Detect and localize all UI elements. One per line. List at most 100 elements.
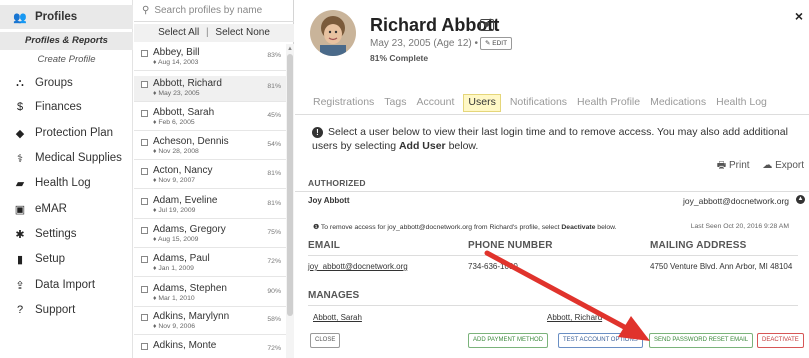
profile-checkbox[interactable] [141,50,148,57]
completion-text: 81% Complete [370,53,429,63]
profile-row[interactable]: Acton, Nancy ♦ Nov 9, 2007 81% [134,163,286,189]
tab-health-profile[interactable]: Health Profile [576,96,641,112]
info-text: Select a user below to view their last l… [312,126,788,152]
select-separator: | [206,27,209,38]
last-seen: Last Seen Oct 20, 2016 9:28 AM [690,223,789,230]
note-post: below. [595,224,617,231]
nav-item-data-import[interactable]: ⇪ Data Import [0,273,133,297]
profile-name: Adams, Stephen [153,283,227,294]
nav-item-finances[interactable]: $ Finances [0,95,133,119]
profile-name: Abbott, Richard [153,78,222,89]
managed-profile-link[interactable]: Abbott, Sarah [313,313,362,322]
email-value[interactable]: joy_abbott@docnetwork.org [308,262,408,271]
profile-row[interactable]: Adams, Stephen ♦ Mar 1, 2010 90% [134,281,286,307]
nav-sub-create-profile[interactable]: Create Profile [0,51,133,69]
tab-registrations[interactable]: Registrations [312,96,375,112]
profile-birthdate: ♦ Feb 6, 2005 [153,119,195,126]
select-bar: Select All | Select None [134,24,294,42]
tab-medications[interactable]: Medications [649,96,707,112]
nav-item-label: Protection Plan [35,127,113,139]
id-card-icon[interactable] [480,19,494,31]
profile-checkbox[interactable] [141,286,148,293]
select-none-link[interactable]: Select None [215,27,269,38]
collapse-icon[interactable]: ▲ [796,195,805,204]
profile-row[interactable]: Adams, Gregory ♦ Aug 15, 2009 75% [134,222,286,248]
search-input[interactable]: ⚲ Search profiles by name [134,0,294,22]
profile-completion: 83% [267,52,281,59]
profile-name: Adam, Eveline [153,195,218,206]
profile-birthdate: ♦ Jul 19, 2009 [153,207,196,214]
select-all-link[interactable]: Select All [158,27,199,38]
gear-icon: ✱ [15,228,25,241]
profile-birthdate: ♦ Nov 28, 2008 [153,148,199,155]
tab-notifications[interactable]: Notifications [509,96,568,112]
scrollbar-thumb[interactable] [287,54,293,316]
nav-item-health-log[interactable]: ▰ Health Log [0,171,133,195]
note-strong: Deactivate [561,224,596,231]
managed-profile-link[interactable]: Abbott, Richard [547,313,602,322]
question-icon: ? [16,304,24,316]
profile-row[interactable]: Adam, Eveline ♦ Jul 19, 2009 81% [134,193,286,219]
profile-row[interactable]: Abbott, Richard ♦ May 23, 2005 81% [134,76,286,102]
close-icon[interactable]: × [795,8,803,24]
profile-checkbox[interactable] [141,314,148,321]
profile-checkbox[interactable] [141,110,148,117]
nav-item-settings[interactable]: ✱ Settings [0,222,133,246]
profile-row[interactable]: Adkins, Marylynn ♦ Nov 9, 2006 58% [134,309,286,335]
add-payment-method-button[interactable]: Add Payment Method [468,333,549,348]
export-button[interactable]: ☁ Export [762,160,804,171]
print-button[interactable]: 🖶 Print [717,160,750,171]
nav-item-label: Finances [35,101,82,113]
authorized-heading: AUTHORIZED [308,178,366,188]
nav-item-emar[interactable]: ▣ eMAR [0,197,133,221]
test-account-options-button[interactable]: Test Account Options [558,333,643,348]
profile-name: Adkins, Monte [153,340,217,351]
profile-row[interactable]: Abbey, Bill ♦ Aug 14, 2003 83% [134,45,286,71]
profile-completion: 81% [267,83,281,90]
books-icon: ▮ [16,253,24,266]
nav-item-label: Data Import [35,279,96,291]
tab-tags[interactable]: Tags [383,96,407,112]
main-nav: 👥 Profiles Profiles & Reports Create Pro… [0,0,133,358]
user-name[interactable]: Joy Abbott [308,196,349,205]
nav-item-support[interactable]: ? Support [0,298,133,322]
nav-item-medical-supplies[interactable]: ⚕ Medical Supplies [0,146,133,170]
nav-item-label: eMAR [35,203,67,215]
profile-row[interactable]: Adams, Paul ♦ Jan 1, 2009 72% [134,251,286,277]
address-value: 4750 Venture Blvd. Ann Arbor, MI 48104 [650,262,793,271]
tab-health-log[interactable]: Health Log [715,96,768,112]
search-placeholder: Search profiles by name [154,5,263,16]
close-button[interactable]: Close [310,333,341,348]
profile-detail: Richard Abbott × May 23, 2005 (Age 12) •… [295,0,809,358]
nav-item-label: Medical Supplies [35,152,122,164]
send-password-reset-button[interactable]: Send Password Reset Email [649,333,754,348]
nav-item-groups[interactable]: ⛬ Groups [0,71,133,95]
profile-checkbox[interactable] [141,256,148,263]
stethoscope-icon: ⚕ [17,152,23,165]
profile-row[interactable]: Abbott, Sarah ♦ Feb 6, 2005 45% [134,105,286,131]
profile-birthdate: ♦ May 23, 2005 [153,90,200,97]
scroll-up-icon[interactable]: ▲ [287,46,293,52]
nav-item-setup[interactable]: ▮ Setup [0,247,133,271]
tab-users[interactable]: Users [463,94,501,112]
nav-sub-profiles-reports[interactable]: Profiles & Reports [0,32,133,50]
profile-checkbox[interactable] [141,139,148,146]
profile-checkbox[interactable] [141,168,148,175]
profile-completion: 72% [267,345,281,352]
profile-row[interactable]: Acheson, Dennis ♦ Nov 28, 2008 54% [134,134,286,160]
profile-name: Adams, Paul [153,253,210,264]
nav-item-protection-plan[interactable]: ◆ Protection Plan [0,121,133,145]
profile-birthdate: ♦ Aug 14, 2003 [153,59,199,66]
profile-checkbox[interactable] [141,198,148,205]
profile-checkbox[interactable] [141,343,148,350]
tab-account[interactable]: Account [415,96,455,112]
profile-checkbox[interactable] [141,227,148,234]
profile-birthdate: ♦ Nov 9, 2007 [153,177,196,184]
nav-item-profiles[interactable]: 👥 Profiles [0,5,133,29]
profile-completion: 90% [267,288,281,295]
profile-row[interactable]: Adkins, Monte 72% [134,338,286,358]
phone-value: 734-636-1000 [468,262,518,271]
edit-button[interactable]: ✎ EDIT [480,37,513,50]
profile-checkbox[interactable] [141,81,148,88]
deactivate-button[interactable]: Deactivate [757,333,804,348]
